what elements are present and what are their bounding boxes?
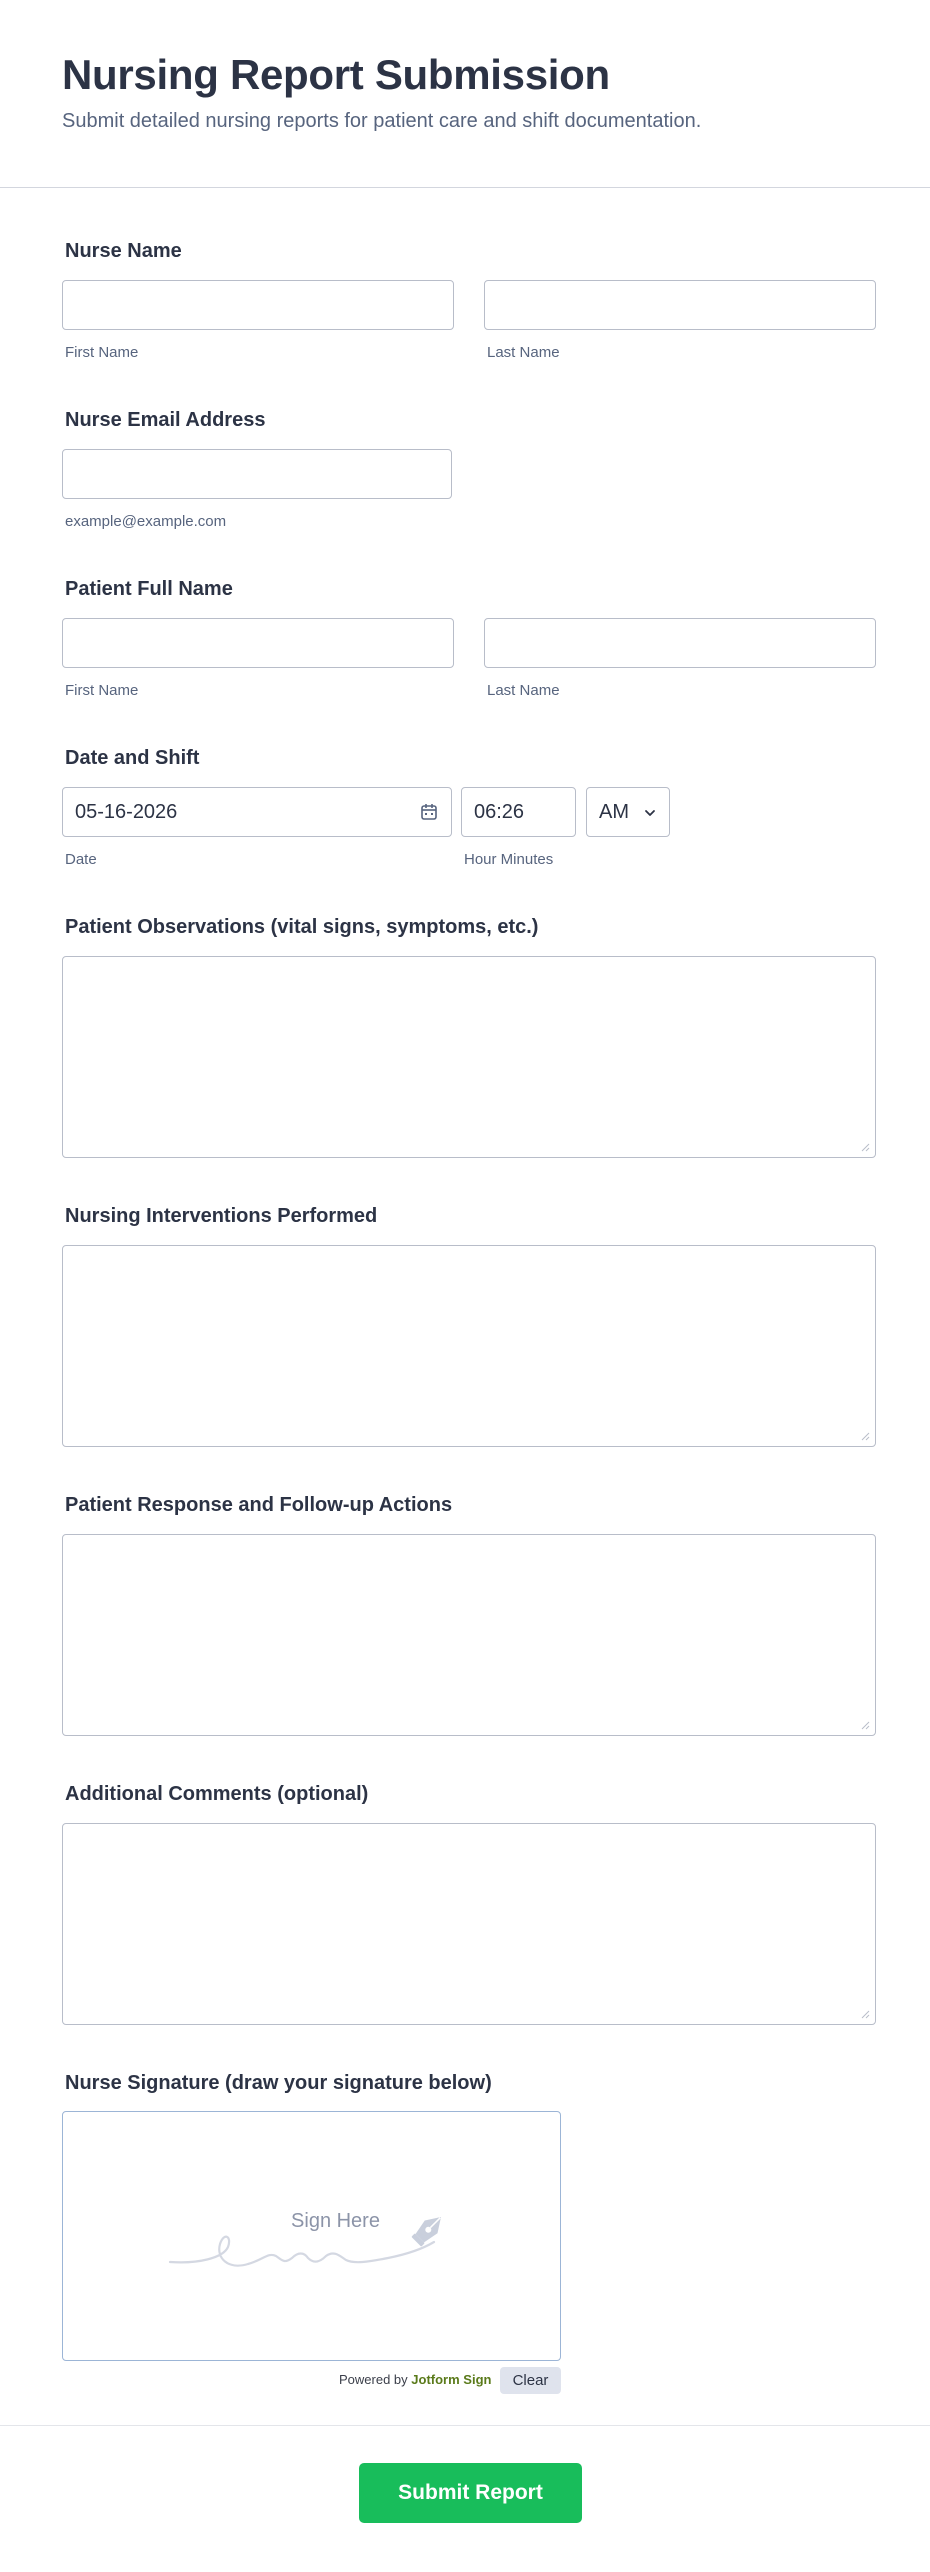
page-title: Nursing Report Submission [62, 51, 610, 98]
clear-signature-button[interactable]: Clear [500, 2367, 561, 2394]
resize-grip-icon[interactable] [860, 1431, 870, 1441]
patient-first-name-sublabel: First Name [65, 682, 139, 699]
signature-pad[interactable]: Sign Here [62, 2111, 561, 2361]
interventions-textarea[interactable] [62, 1245, 876, 1447]
signature-label: Nurse Signature (draw your signature bel… [65, 2072, 492, 2094]
observations-textarea[interactable] [62, 956, 876, 1158]
response-label: Patient Response and Follow-up Actions [65, 1494, 453, 1516]
patient-first-name-input[interactable] [62, 618, 454, 668]
response-textarea[interactable] [62, 1534, 876, 1736]
calendar-icon[interactable] [419, 802, 439, 822]
resize-grip-icon[interactable] [860, 1142, 870, 1152]
nurse-first-name-sublabel: First Name [65, 344, 139, 361]
resize-grip-icon[interactable] [860, 1720, 870, 1730]
nurse-email-sublabel: example@example.com [65, 513, 227, 530]
resize-grip-icon[interactable] [860, 2009, 870, 2019]
ampm-value: AM [599, 800, 629, 823]
date-shift-label: Date and Shift [65, 747, 200, 769]
patient-last-name-input[interactable] [484, 618, 876, 668]
nurse-name-label: Nurse Name [65, 240, 182, 262]
powered-by-prefix: Powered by [339, 2372, 408, 2387]
observations-label: Patient Observations (vital signs, sympt… [65, 916, 539, 938]
date-sublabel: Date [65, 851, 97, 868]
chevron-down-icon [645, 810, 655, 816]
interventions-label: Nursing Interventions Performed [65, 1205, 378, 1227]
submit-button[interactable]: Submit Report [359, 2463, 582, 2523]
time-input[interactable]: 06:26 [461, 787, 576, 837]
patient-last-name-sublabel: Last Name [487, 682, 560, 699]
date-input[interactable]: 05-16-2026 [62, 787, 452, 837]
signature-placeholder: Sign Here [291, 2210, 380, 2232]
nurse-last-name-sublabel: Last Name [487, 344, 560, 361]
page-subtitle: Submit detailed nursing reports for pati… [62, 110, 702, 132]
date-value: 05-16-2026 [75, 800, 178, 823]
ampm-select[interactable]: AM [586, 787, 670, 837]
time-sublabel: Hour Minutes [464, 851, 554, 868]
nurse-email-input[interactable] [62, 449, 452, 499]
patient-name-label: Patient Full Name [65, 578, 233, 600]
comments-label: Additional Comments (optional) [65, 1783, 369, 1805]
pen-nib-icon [411, 2216, 442, 2247]
form-header: Nursing Report Submission Submit detaile… [0, 0, 930, 188]
nurse-first-name-input[interactable] [62, 280, 454, 330]
footer-divider [0, 2425, 930, 2426]
powered-by-brand[interactable]: Jotform Sign [411, 2372, 491, 2387]
comments-textarea[interactable] [62, 1823, 876, 2025]
nurse-email-label: Nurse Email Address [65, 409, 266, 431]
powered-by-text: Powered by Jotform Sign [339, 2372, 491, 2388]
nurse-last-name-input[interactable] [484, 280, 876, 330]
